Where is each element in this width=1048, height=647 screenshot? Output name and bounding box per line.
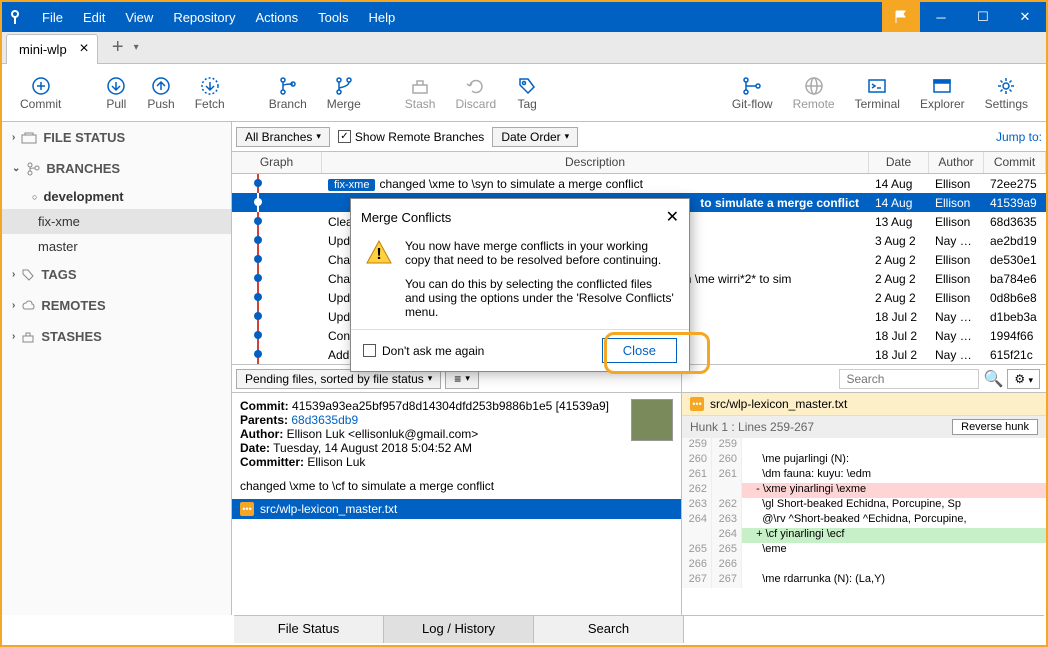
merge-button[interactable]: Merge [317, 71, 371, 115]
maximize-button[interactable]: ☐ [962, 2, 1004, 32]
gitflow-button[interactable]: Git-flow [722, 71, 783, 115]
tab-label: mini-wlp [19, 42, 67, 57]
tabbar: mini-wlp × + ▾ [2, 32, 1046, 64]
discard-button[interactable]: Discard [445, 71, 506, 115]
date-order-filter[interactable]: Date Order ▾ [492, 127, 578, 147]
svg-text:!: ! [376, 246, 381, 263]
minimize-button[interactable]: ─ [920, 2, 962, 32]
menu-actions[interactable]: Actions [245, 10, 308, 25]
flag-button[interactable] [882, 2, 920, 32]
merge-conflicts-dialog: Merge Conflicts ✕ ! You now have merge c… [350, 198, 690, 372]
col-author[interactable]: Author [929, 152, 984, 173]
menu-repository[interactable]: Repository [163, 10, 245, 25]
commit-info: Commit: 41539a93ea25bf957d8d14304dfd253b… [232, 393, 681, 499]
file-modified-icon: ••• [240, 502, 254, 516]
terminal-button[interactable]: Terminal [845, 71, 910, 115]
status-log[interactable]: Log / History [384, 616, 534, 643]
file-modified-icon: ••• [690, 397, 704, 411]
search-icon[interactable]: 🔍 [983, 369, 1003, 389]
menu-help[interactable]: Help [358, 10, 405, 25]
sidebar-branch-development[interactable]: ○development [2, 184, 231, 209]
col-graph[interactable]: Graph [232, 152, 322, 173]
menu-file[interactable]: File [32, 10, 73, 25]
menu-view[interactable]: View [115, 10, 163, 25]
show-remote-checkbox[interactable]: ✓Show Remote Branches [338, 130, 484, 144]
sidebar-tags[interactable]: ›TAGS [2, 259, 231, 290]
sidebar-branches[interactable]: ⌄BRANCHES [2, 153, 231, 184]
pull-button[interactable]: Pull [95, 71, 137, 115]
status-file-status[interactable]: File Status [234, 616, 384, 643]
dialog-close-icon[interactable]: ✕ [666, 207, 679, 227]
commit-row[interactable]: fix-xmechanged \xme to \syn to simulate … [232, 174, 1046, 193]
warning-icon: ! [365, 239, 393, 267]
grid-header: Graph Description Date Author Commit [232, 152, 1046, 174]
titlebar: File Edit View Repository Actions Tools … [2, 2, 1046, 32]
dont-ask-checkbox[interactable]: Don't ask me again [363, 344, 484, 358]
settings-button[interactable]: Settings [975, 71, 1038, 115]
tag-button[interactable]: Tag [506, 71, 548, 115]
tab-dropdown[interactable]: ▾ [134, 42, 139, 53]
tab-close-icon[interactable]: × [79, 40, 88, 58]
new-tab-button[interactable]: + [104, 34, 132, 62]
fetch-button[interactable]: Fetch [185, 71, 235, 115]
close-window-button[interactable]: ✕ [1004, 2, 1046, 32]
menu-edit[interactable]: Edit [73, 10, 115, 25]
jump-to-link[interactable]: Jump to: [996, 130, 1042, 144]
reverse-hunk-button[interactable]: Reverse hunk [952, 419, 1038, 435]
dialog-text-2: You can do this by selecting the conflic… [405, 277, 675, 319]
dialog-text-1: You now have merge conflicts in your wor… [405, 239, 675, 267]
push-button[interactable]: Push [137, 71, 184, 115]
repo-tab[interactable]: mini-wlp × [6, 34, 98, 64]
commit-button[interactable]: Commit [10, 71, 71, 115]
col-commit[interactable]: Commit [984, 152, 1046, 173]
search-input[interactable] [839, 369, 979, 389]
dialog-title: Merge Conflicts [361, 210, 451, 225]
diff-settings[interactable]: ⚙ ▾ [1007, 369, 1040, 389]
sidebar: ›FILE STATUS ⌄BRANCHES ○development fix-… [2, 122, 232, 615]
dialog-close-button[interactable]: Close [602, 338, 677, 363]
diff-body[interactable]: 259259260260 \me pujarlingi (N):261261 \… [682, 438, 1046, 588]
app-logo [2, 9, 32, 25]
search-bar: 🔍 ⚙ ▾ [682, 365, 1046, 393]
explorer-button[interactable]: Explorer [910, 71, 975, 115]
sidebar-stashes[interactable]: ›STASHES [2, 321, 231, 352]
col-desc[interactable]: Description [322, 152, 869, 173]
statusbar: File Status Log / History Search [234, 615, 1044, 643]
menu-tools[interactable]: Tools [308, 10, 358, 25]
toolbar: Commit Pull Push Fetch Branch Merge Stas… [2, 64, 1046, 122]
changed-file[interactable]: ••• src/wlp-lexicon_master.txt [232, 499, 681, 519]
sidebar-file-status[interactable]: ›FILE STATUS [2, 122, 231, 153]
stash-button[interactable]: Stash [395, 71, 446, 115]
branch-button[interactable]: Branch [259, 71, 317, 115]
sidebar-branch-fix-xme[interactable]: fix-xme [2, 209, 231, 234]
avatar [631, 399, 673, 441]
hunk-header: Hunk 1 : Lines 259-267 Reverse hunk [682, 416, 1046, 438]
col-date[interactable]: Date [869, 152, 929, 173]
status-search[interactable]: Search [534, 616, 684, 643]
all-branches-filter[interactable]: All Branches ▾ [236, 127, 330, 147]
sidebar-branch-master[interactable]: master [2, 234, 231, 259]
filter-bar: All Branches ▾ ✓Show Remote Branches Dat… [232, 122, 1046, 152]
remote-button[interactable]: Remote [783, 71, 845, 115]
diff-file-header: ••• src/wlp-lexicon_master.txt [682, 393, 1046, 416]
sidebar-remotes[interactable]: ›REMOTES [2, 290, 231, 321]
